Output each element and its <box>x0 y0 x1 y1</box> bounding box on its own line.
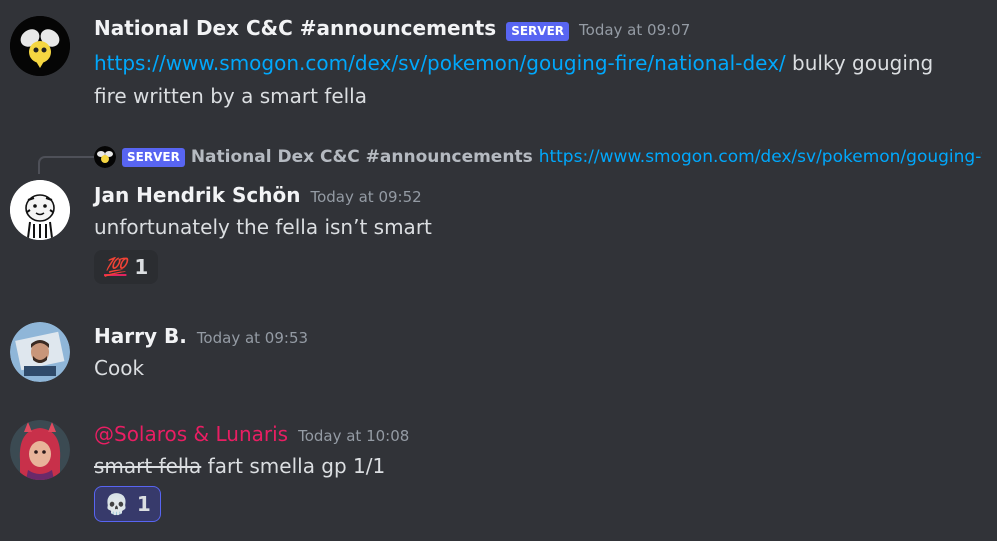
message-content: smart fella fart smella gp 1/1 <box>94 450 385 483</box>
author-name[interactable]: Harry B. <box>94 324 187 348</box>
avatar-harry[interactable] <box>10 322 70 382</box>
author-name[interactable]: Jan Hendrik Schön <box>94 183 300 207</box>
skull-emoji: 💀 <box>104 492 129 516</box>
message-content: https://www.smogon.com/dex/sv/pokemon/go… <box>94 47 989 113</box>
message-content: unfortunately the fella isn’t smart <box>94 215 432 239</box>
reply-avatar <box>94 146 116 168</box>
author-name[interactable]: @Solaros & Lunaris <box>94 422 288 446</box>
message-header: Harry B. Today at 09:53 <box>94 324 308 348</box>
message-content: Cook <box>94 356 145 380</box>
timestamp[interactable]: Today at 09:53 <box>197 329 308 347</box>
reaction-100[interactable]: 💯 1 <box>94 250 159 284</box>
reply-link-preview[interactable]: https://www.smogon.com/dex/sv/pokemon/go… <box>539 147 982 167</box>
message-header: Jan Hendrik Schön Today at 09:52 <box>94 183 422 207</box>
message-text-line2: fire written by a smart fella <box>94 84 367 108</box>
timestamp[interactable]: Today at 10:08 <box>298 427 409 445</box>
reply-author[interactable]: National Dex C&C #announcements <box>191 147 533 167</box>
avatar-hobbes[interactable] <box>10 180 70 240</box>
reaction-count: 1 <box>134 255 149 279</box>
reaction-count: 1 <box>136 492 151 516</box>
avatar-solaros[interactable] <box>10 420 70 480</box>
chat-message-list: National Dex C&C #announcements SERVER T… <box>0 0 997 541</box>
message-header: @Solaros & Lunaris Today at 10:08 <box>94 422 409 446</box>
strikethrough-text: smart fella <box>94 454 202 478</box>
reaction-skull[interactable]: 💀 1 <box>94 486 161 522</box>
avatar-cutiefly[interactable] <box>10 16 70 76</box>
reply-connector <box>38 156 94 174</box>
server-badge: SERVER <box>506 22 570 41</box>
reply-server-badge: SERVER <box>122 147 185 167</box>
message-text: bulky gouging <box>785 51 934 75</box>
author-name[interactable]: National Dex C&C #announcements <box>94 16 496 40</box>
message-header: National Dex C&C #announcements SERVER T… <box>94 16 690 41</box>
smogon-link[interactable]: https://www.smogon.com/dex/sv/pokemon/go… <box>94 51 786 75</box>
message-text: fart smella gp 1/1 <box>201 454 386 478</box>
timestamp[interactable]: Today at 09:52 <box>310 188 421 206</box>
reply-preview[interactable]: SERVER National Dex C&C #announcements h… <box>94 146 982 168</box>
hundred-emoji: 💯 <box>104 256 127 278</box>
timestamp[interactable]: Today at 09:07 <box>579 21 690 39</box>
